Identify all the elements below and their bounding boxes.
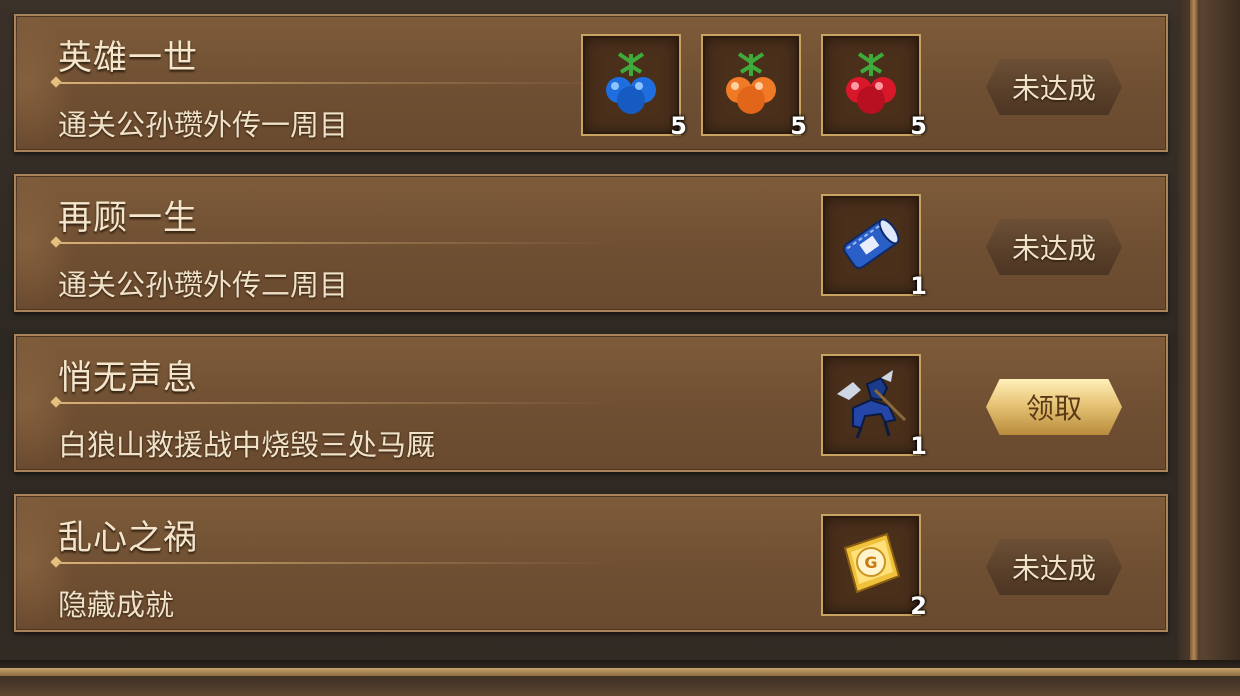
achievement-description: 隐藏成就 <box>58 588 175 622</box>
bottom-frame <box>0 660 1240 696</box>
right-frame <box>1178 0 1240 696</box>
achievement-title: 悄无声息 <box>58 358 198 398</box>
status-button-not-achieved[interactable]: 未达成 <box>986 539 1122 595</box>
reward-slot-orange-berry[interactable]: 5 <box>701 34 807 140</box>
reward-slot-gold-ingot[interactable]: G 2 <box>821 514 927 620</box>
achievement-title: 乱心之祸 <box>58 518 198 558</box>
status-button-label: 未达成 <box>1011 72 1096 105</box>
reward-quantity: 5 <box>670 112 687 140</box>
divider-line <box>58 242 618 244</box>
claim-button-label: 领取 <box>1025 392 1082 425</box>
reward-quantity: 5 <box>790 112 807 140</box>
achievement-description: 通关公孙瓒外传二周目 <box>58 268 349 302</box>
reward-quantity: 2 <box>910 592 927 620</box>
reward-slot-red-berry[interactable]: 5 <box>821 34 927 140</box>
reward-quantity: 5 <box>910 112 927 140</box>
achievement-description: 白狼山救援战中烧毁三处马厩 <box>58 428 436 462</box>
status-button-label: 未达成 <box>1011 232 1096 265</box>
divider-line <box>58 402 618 404</box>
bottom-frame-trim <box>0 668 1240 676</box>
reward-quantity: 1 <box>910 272 927 300</box>
achievement-row-2: 再顾一生 通关公孙瓒外传二周目 1 未达成 <box>14 174 1168 312</box>
scroll-icon <box>843 218 900 270</box>
right-frame-trim <box>1190 0 1198 664</box>
achievement-row-3: 悄无声息 白狼山救援战中烧毁三处马厩 1 领取 <box>14 334 1168 472</box>
reward-slot-blue-berry[interactable]: 5 <box>581 34 687 140</box>
status-button-label: 未达成 <box>1011 552 1096 585</box>
divider-line <box>58 82 618 84</box>
red-berry-icon <box>846 52 896 114</box>
svg-text:G: G <box>864 553 877 572</box>
claim-button[interactable]: 领取 <box>986 379 1122 435</box>
reward-slot-cavalry[interactable]: 1 <box>821 354 927 460</box>
achievement-row-4: 乱心之祸 隐藏成就 G 2 未达成 <box>14 494 1168 632</box>
blue-berry-icon <box>606 52 656 114</box>
cavalry-unit-icon <box>837 370 907 439</box>
divider-line <box>58 562 618 564</box>
reward-quantity: 1 <box>910 432 927 460</box>
achievement-description: 通关公孙瓒外传一周目 <box>58 108 349 142</box>
status-button-not-achieved[interactable]: 未达成 <box>986 219 1122 275</box>
reward-slot-scroll[interactable]: 1 <box>821 194 927 300</box>
gold-ingot-icon: G <box>843 532 901 594</box>
orange-berry-icon <box>726 52 776 114</box>
status-button-not-achieved[interactable]: 未达成 <box>986 59 1122 115</box>
achievement-title: 再顾一生 <box>58 198 198 238</box>
achievement-row-1: 英雄一世 通关公孙瓒外传一周目 5 5 5 未达成 <box>14 14 1168 152</box>
achievement-title: 英雄一世 <box>58 38 198 78</box>
